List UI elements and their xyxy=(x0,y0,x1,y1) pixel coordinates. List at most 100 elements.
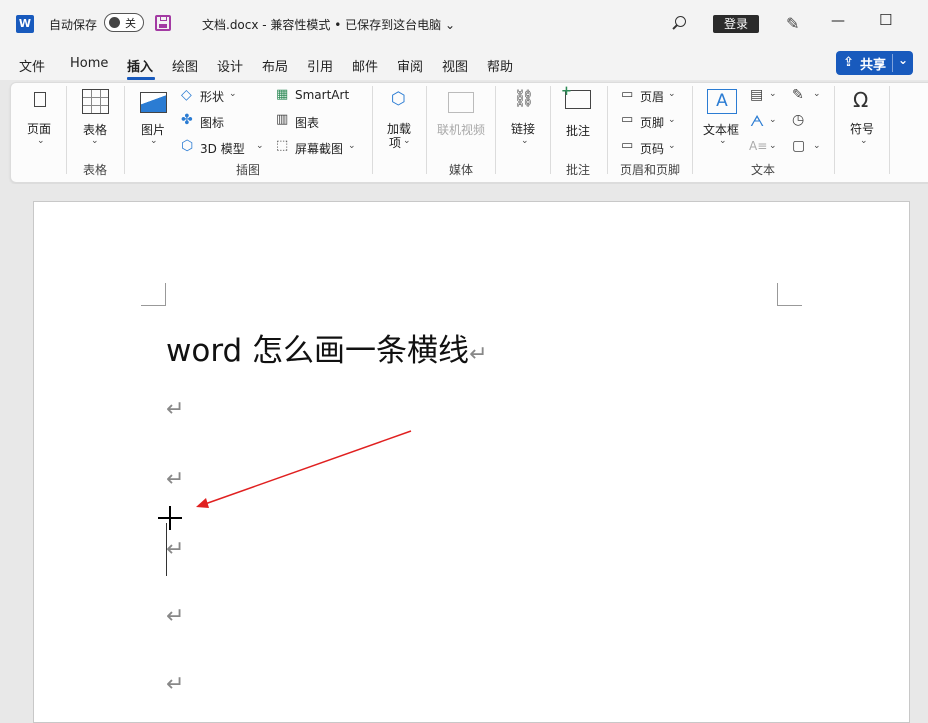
smartart-button[interactable]: SmartArt xyxy=(295,88,349,102)
tab-mailings[interactable]: 邮件 xyxy=(352,56,378,75)
wordart-icon[interactable]: ᗅ xyxy=(750,112,764,130)
pages-button[interactable]: 页面 xyxy=(27,120,51,137)
heading-text: word 怎么画一条横线 xyxy=(166,333,470,369)
chevron-down-icon[interactable]: ⌄ xyxy=(813,89,821,99)
chevron-down-icon[interactable]: ⌄ xyxy=(813,141,821,151)
chevron-down-icon[interactable]: ⌄ xyxy=(403,136,411,146)
crosshair-cursor-icon xyxy=(169,506,171,530)
chevron-down-icon[interactable]: ⌄ xyxy=(150,136,158,146)
title-bar: W 自动保存 关 文档.docx - 兼容性模式 • 已保存到这台电脑 ⌄ 登录… xyxy=(0,0,928,48)
tab-design[interactable]: 设计 xyxy=(217,56,243,75)
object-icon[interactable]: ▢ xyxy=(792,138,805,154)
tab-review[interactable]: 审阅 xyxy=(397,56,423,75)
cube-3d-icon: ⬡ xyxy=(181,138,194,154)
tab-help[interactable]: 帮助 xyxy=(487,56,513,75)
ribbon-divider xyxy=(66,86,67,174)
margin-corner-left xyxy=(141,283,166,306)
autosave-state: 关 xyxy=(125,17,136,30)
group-label-header-footer: 页眉和页脚 xyxy=(620,163,681,177)
chevron-down-icon[interactable]: ⌄ xyxy=(91,136,99,146)
chevron-down-icon[interactable]: ⌄ xyxy=(769,141,777,151)
tab-view[interactable]: 视图 xyxy=(442,56,468,75)
ribbon-divider xyxy=(495,86,496,174)
chevron-down-icon[interactable]: ⌄ xyxy=(769,115,777,125)
tab-home[interactable]: Home xyxy=(70,56,108,71)
ribbon-divider xyxy=(607,86,608,174)
paragraph-mark: ↵ xyxy=(166,467,185,492)
drop-cap-icon[interactable]: A≡ xyxy=(749,139,767,153)
chevron-down-icon[interactable]: ⌄ xyxy=(898,53,908,67)
header-button[interactable]: 页眉 xyxy=(640,88,664,105)
link-icon: ⛓ xyxy=(513,89,535,109)
tab-draw[interactable]: 绘图 xyxy=(172,56,198,75)
paragraph-mark: ↵ xyxy=(166,672,185,697)
page-number-button[interactable]: 页码 xyxy=(640,140,664,157)
chevron-down-icon[interactable]: ⌄ xyxy=(668,141,676,151)
paragraph-mark: ↵ xyxy=(166,537,185,562)
tab-references[interactable]: 引用 xyxy=(307,56,333,75)
chevron-down-icon[interactable]: ⌄ xyxy=(769,89,777,99)
document-title[interactable]: 文档.docx - 兼容性模式 • 已保存到这台电脑 ⌄ xyxy=(202,16,455,33)
tab-layout[interactable]: 布局 xyxy=(262,56,288,75)
designer-pen-icon[interactable]: ✎ xyxy=(786,14,799,33)
ribbon-divider xyxy=(834,86,835,174)
omega-symbol-icon: Ω xyxy=(853,88,869,112)
chevron-down-icon[interactable]: ⌄ xyxy=(719,136,727,146)
date-time-icon[interactable]: ◷ xyxy=(792,112,804,128)
tab-file[interactable]: 文件 xyxy=(19,56,45,75)
chevron-down-icon[interactable]: ⌄ xyxy=(860,136,868,146)
shapes-button[interactable]: 形状 xyxy=(200,88,224,105)
share-icon: ⇪ xyxy=(843,55,854,70)
chevron-down-icon[interactable]: ⌄ xyxy=(668,89,676,99)
document-page[interactable] xyxy=(33,201,910,723)
group-label-media: 媒体 xyxy=(449,163,474,177)
chevron-down-icon[interactable]: ⌄ xyxy=(348,141,356,151)
symbol-button[interactable]: 符号 xyxy=(850,120,874,137)
toggle-knob xyxy=(109,17,120,28)
chevron-down-icon[interactable]: ⌄ xyxy=(256,141,264,151)
ribbon-divider xyxy=(124,86,125,174)
pages-icon xyxy=(34,92,46,107)
tab-insert[interactable]: 插入 xyxy=(127,56,153,75)
minimize-icon[interactable]: — xyxy=(831,13,845,29)
ribbon-divider xyxy=(692,86,693,174)
chevron-down-icon[interactable]: ⌄ xyxy=(668,115,676,125)
ribbon-divider xyxy=(889,86,890,174)
chevron-down-icon[interactable]: ⌄ xyxy=(521,136,529,146)
signature-line-icon[interactable]: ✎ xyxy=(792,87,804,103)
comment-button[interactable]: 批注 xyxy=(566,122,590,139)
plus-icon: + xyxy=(561,84,572,99)
icons-button[interactable]: 图标 xyxy=(200,114,224,131)
share-button[interactable]: ⇪ 共享 ⌄ xyxy=(836,51,913,75)
group-label-comment: 批注 xyxy=(566,163,591,177)
screenshot-button[interactable]: 屏幕截图 xyxy=(295,140,343,157)
quick-parts-icon[interactable]: ▤ xyxy=(750,87,763,103)
header-icon: ▭ xyxy=(621,87,634,102)
ribbon-divider xyxy=(426,86,427,174)
maximize-icon[interactable]: ☐ xyxy=(879,11,892,29)
chevron-down-icon[interactable]: ⌄ xyxy=(37,136,45,146)
addins-icon: ⬡ xyxy=(391,89,406,109)
save-icon[interactable] xyxy=(155,15,171,31)
document-heading[interactable]: word 怎么画一条横线↵ xyxy=(166,325,488,370)
3d-models-button[interactable]: 3D 模型 xyxy=(200,140,245,157)
online-video-button[interactable]: 联机视频 xyxy=(437,121,485,138)
footer-button[interactable]: 页脚 xyxy=(640,114,664,131)
share-divider xyxy=(892,54,893,72)
group-label-illustrations: 插图 xyxy=(236,163,261,177)
icons-icon: ✤ xyxy=(181,112,193,128)
login-button[interactable]: 登录 xyxy=(713,15,759,33)
smartart-icon: ▦ xyxy=(276,87,289,102)
chart-button[interactable]: 图表 xyxy=(295,114,319,131)
online-video-icon xyxy=(448,92,474,113)
picture-icon xyxy=(140,92,167,113)
addins-button-line2[interactable]: 项 xyxy=(389,134,401,151)
table-icon xyxy=(82,89,109,114)
group-label-text: 文本 xyxy=(751,163,776,177)
autosave-label: 自动保存 xyxy=(49,18,98,32)
link-button[interactable]: 链接 xyxy=(511,120,535,137)
share-label: 共享 xyxy=(860,58,887,73)
search-icon[interactable] xyxy=(675,16,686,27)
chevron-down-icon[interactable]: ⌄ xyxy=(229,89,237,99)
autosave-toggle[interactable]: 关 xyxy=(104,13,144,32)
